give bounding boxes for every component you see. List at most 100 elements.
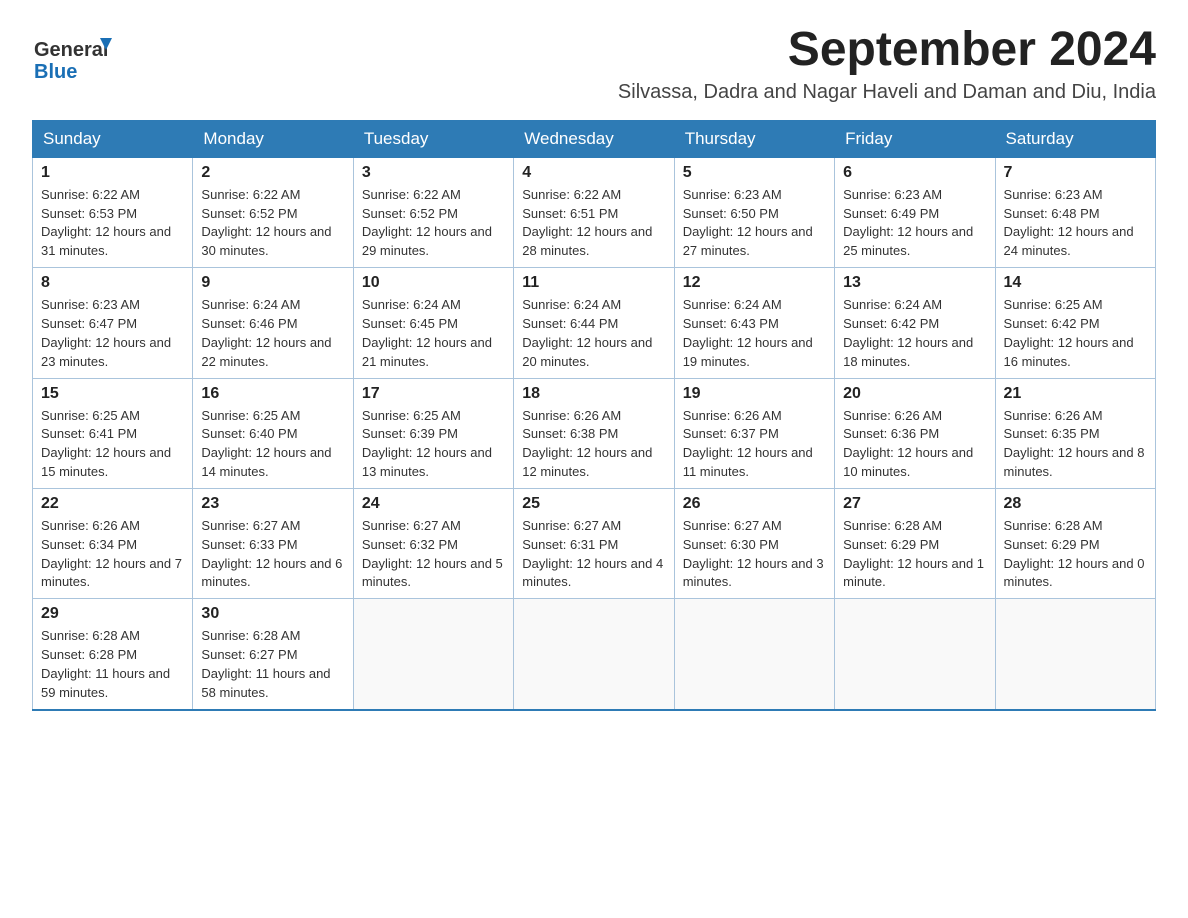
title-block: September 2024 Silvassa, Dadra and Nagar… [618, 24, 1156, 104]
day-number: 21 [1004, 385, 1147, 403]
table-row: 11 Sunrise: 6:24 AMSunset: 6:44 PMDayligh… [514, 268, 674, 378]
col-friday: Friday [835, 120, 995, 157]
week-row-5: 29 Sunrise: 6:28 AMSunset: 6:28 PMDayligh… [33, 599, 1156, 710]
table-row: 5 Sunrise: 6:23 AMSunset: 6:50 PMDaylight… [674, 157, 834, 267]
main-title: September 2024 [618, 24, 1156, 77]
table-row: 8Sunrise: 6:23 AMSunset: 6:47 PMDaylight… [33, 268, 193, 378]
table-row [674, 599, 834, 710]
day-info: Sunrise: 6:24 AMSunset: 6:45 PMDaylight:… [362, 296, 505, 371]
table-row: 22 Sunrise: 6:26 AMSunset: 6:34 PMDayligh… [33, 488, 193, 598]
table-row: 21 Sunrise: 6:26 AMSunset: 6:35 PMDayligh… [995, 378, 1155, 488]
week-row-3: 15Sunrise: 6:25 AMSunset: 6:41 PMDayligh… [33, 378, 1156, 488]
day-number: 24 [362, 495, 505, 513]
col-thursday: Thursday [674, 120, 834, 157]
day-info: Sunrise: 6:25 AMSunset: 6:40 PMDaylight:… [201, 407, 344, 482]
day-info: Sunrise: 6:22 AMSunset: 6:52 PMDaylight:… [362, 186, 505, 261]
table-row: 27 Sunrise: 6:28 AMSunset: 6:29 PMDayligh… [835, 488, 995, 598]
table-row [353, 599, 513, 710]
day-info: Sunrise: 6:25 AMSunset: 6:42 PMDaylight:… [1004, 296, 1147, 371]
calendar-table: Sunday Monday Tuesday Wednesday Thursday… [32, 120, 1156, 711]
table-row [995, 599, 1155, 710]
day-number: 6 [843, 164, 986, 182]
table-row: 25Sunrise: 6:27 AMSunset: 6:31 PMDayligh… [514, 488, 674, 598]
logo-svg: General Blue [32, 28, 112, 88]
day-info: Sunrise: 6:24 AMSunset: 6:43 PMDaylight:… [683, 296, 826, 371]
table-row: 4Sunrise: 6:22 AMSunset: 6:51 PMDaylight… [514, 157, 674, 267]
table-row: 14 Sunrise: 6:25 AMSunset: 6:42 PMDayligh… [995, 268, 1155, 378]
day-info: Sunrise: 6:24 AMSunset: 6:44 PMDaylight:… [522, 296, 665, 371]
day-info: Sunrise: 6:26 AMSunset: 6:37 PMDaylight:… [683, 407, 826, 482]
day-number: 11 [522, 274, 665, 292]
page-header: General Blue September 2024 Silvassa, Da… [32, 24, 1156, 104]
day-number: 2 [201, 164, 344, 182]
col-tuesday: Tuesday [353, 120, 513, 157]
table-row: 18Sunrise: 6:26 AMSunset: 6:38 PMDayligh… [514, 378, 674, 488]
table-row: 23 Sunrise: 6:27 AMSunset: 6:33 PMDayligh… [193, 488, 353, 598]
day-number: 9 [201, 274, 344, 292]
day-info: Sunrise: 6:23 AMSunset: 6:50 PMDaylight:… [683, 186, 826, 261]
day-number: 22 [41, 495, 184, 513]
day-number: 29 [41, 605, 184, 623]
table-row: 26Sunrise: 6:27 AMSunset: 6:30 PMDayligh… [674, 488, 834, 598]
day-info: Sunrise: 6:22 AMSunset: 6:52 PMDaylight:… [201, 186, 344, 261]
day-number: 26 [683, 495, 826, 513]
day-info: Sunrise: 6:27 AMSunset: 6:32 PMDaylight:… [362, 517, 505, 592]
calendar-header-row: Sunday Monday Tuesday Wednesday Thursday… [33, 120, 1156, 157]
table-row: 20Sunrise: 6:26 AMSunset: 6:36 PMDayligh… [835, 378, 995, 488]
day-info: Sunrise: 6:26 AMSunset: 6:35 PMDaylight:… [1004, 407, 1147, 482]
day-info: Sunrise: 6:24 AMSunset: 6:46 PMDaylight:… [201, 296, 344, 371]
day-number: 19 [683, 385, 826, 403]
week-row-4: 22 Sunrise: 6:26 AMSunset: 6:34 PMDayligh… [33, 488, 1156, 598]
table-row: 3 Sunrise: 6:22 AMSunset: 6:52 PMDaylight… [353, 157, 513, 267]
table-row: 15Sunrise: 6:25 AMSunset: 6:41 PMDayligh… [33, 378, 193, 488]
col-saturday: Saturday [995, 120, 1155, 157]
col-wednesday: Wednesday [514, 120, 674, 157]
table-row [514, 599, 674, 710]
day-info: Sunrise: 6:23 AMSunset: 6:49 PMDaylight:… [843, 186, 986, 261]
table-row: 17 Sunrise: 6:25 AMSunset: 6:39 PMDayligh… [353, 378, 513, 488]
table-row: 6 Sunrise: 6:23 AMSunset: 6:49 PMDaylight… [835, 157, 995, 267]
day-number: 23 [201, 495, 344, 513]
col-monday: Monday [193, 120, 353, 157]
day-info: Sunrise: 6:26 AMSunset: 6:38 PMDaylight:… [522, 407, 665, 482]
day-info: Sunrise: 6:28 AMSunset: 6:28 PMDaylight:… [41, 627, 184, 702]
svg-text:Blue: Blue [34, 61, 77, 83]
table-row: 10Sunrise: 6:24 AMSunset: 6:45 PMDayligh… [353, 268, 513, 378]
table-row: 1Sunrise: 6:22 AMSunset: 6:53 PMDaylight… [33, 157, 193, 267]
table-row: 29 Sunrise: 6:28 AMSunset: 6:28 PMDayligh… [33, 599, 193, 710]
day-number: 13 [843, 274, 986, 292]
day-info: Sunrise: 6:25 AMSunset: 6:39 PMDaylight:… [362, 407, 505, 482]
table-row: 30 Sunrise: 6:28 AMSunset: 6:27 PMDayligh… [193, 599, 353, 710]
table-row: 13 Sunrise: 6:24 AMSunset: 6:42 PMDayligh… [835, 268, 995, 378]
table-row: 16Sunrise: 6:25 AMSunset: 6:40 PMDayligh… [193, 378, 353, 488]
day-number: 17 [362, 385, 505, 403]
day-number: 12 [683, 274, 826, 292]
day-number: 30 [201, 605, 344, 623]
day-info: Sunrise: 6:23 AMSunset: 6:48 PMDaylight:… [1004, 186, 1147, 261]
day-number: 28 [1004, 495, 1147, 513]
table-row: 2 Sunrise: 6:22 AMSunset: 6:52 PMDaylight… [193, 157, 353, 267]
day-info: Sunrise: 6:26 AMSunset: 6:36 PMDaylight:… [843, 407, 986, 482]
day-number: 7 [1004, 164, 1147, 182]
logo: General Blue [32, 24, 112, 88]
col-sunday: Sunday [33, 120, 193, 157]
day-number: 3 [362, 164, 505, 182]
day-info: Sunrise: 6:28 AMSunset: 6:29 PMDaylight:… [843, 517, 986, 592]
day-number: 5 [683, 164, 826, 182]
week-row-1: 1Sunrise: 6:22 AMSunset: 6:53 PMDaylight… [33, 157, 1156, 267]
table-row: 7 Sunrise: 6:23 AMSunset: 6:48 PMDaylight… [995, 157, 1155, 267]
svg-text:General: General [34, 39, 108, 61]
day-info: Sunrise: 6:26 AMSunset: 6:34 PMDaylight:… [41, 517, 184, 592]
day-info: Sunrise: 6:28 AMSunset: 6:27 PMDaylight:… [201, 627, 344, 702]
day-number: 1 [41, 164, 184, 182]
day-number: 8 [41, 274, 184, 292]
week-row-2: 8Sunrise: 6:23 AMSunset: 6:47 PMDaylight… [33, 268, 1156, 378]
table-row: 28Sunrise: 6:28 AMSunset: 6:29 PMDayligh… [995, 488, 1155, 598]
day-number: 14 [1004, 274, 1147, 292]
day-number: 27 [843, 495, 986, 513]
table-row: 12 Sunrise: 6:24 AMSunset: 6:43 PMDayligh… [674, 268, 834, 378]
day-info: Sunrise: 6:27 AMSunset: 6:31 PMDaylight:… [522, 517, 665, 592]
day-info: Sunrise: 6:24 AMSunset: 6:42 PMDaylight:… [843, 296, 986, 371]
table-row [835, 599, 995, 710]
day-info: Sunrise: 6:27 AMSunset: 6:33 PMDaylight:… [201, 517, 344, 592]
